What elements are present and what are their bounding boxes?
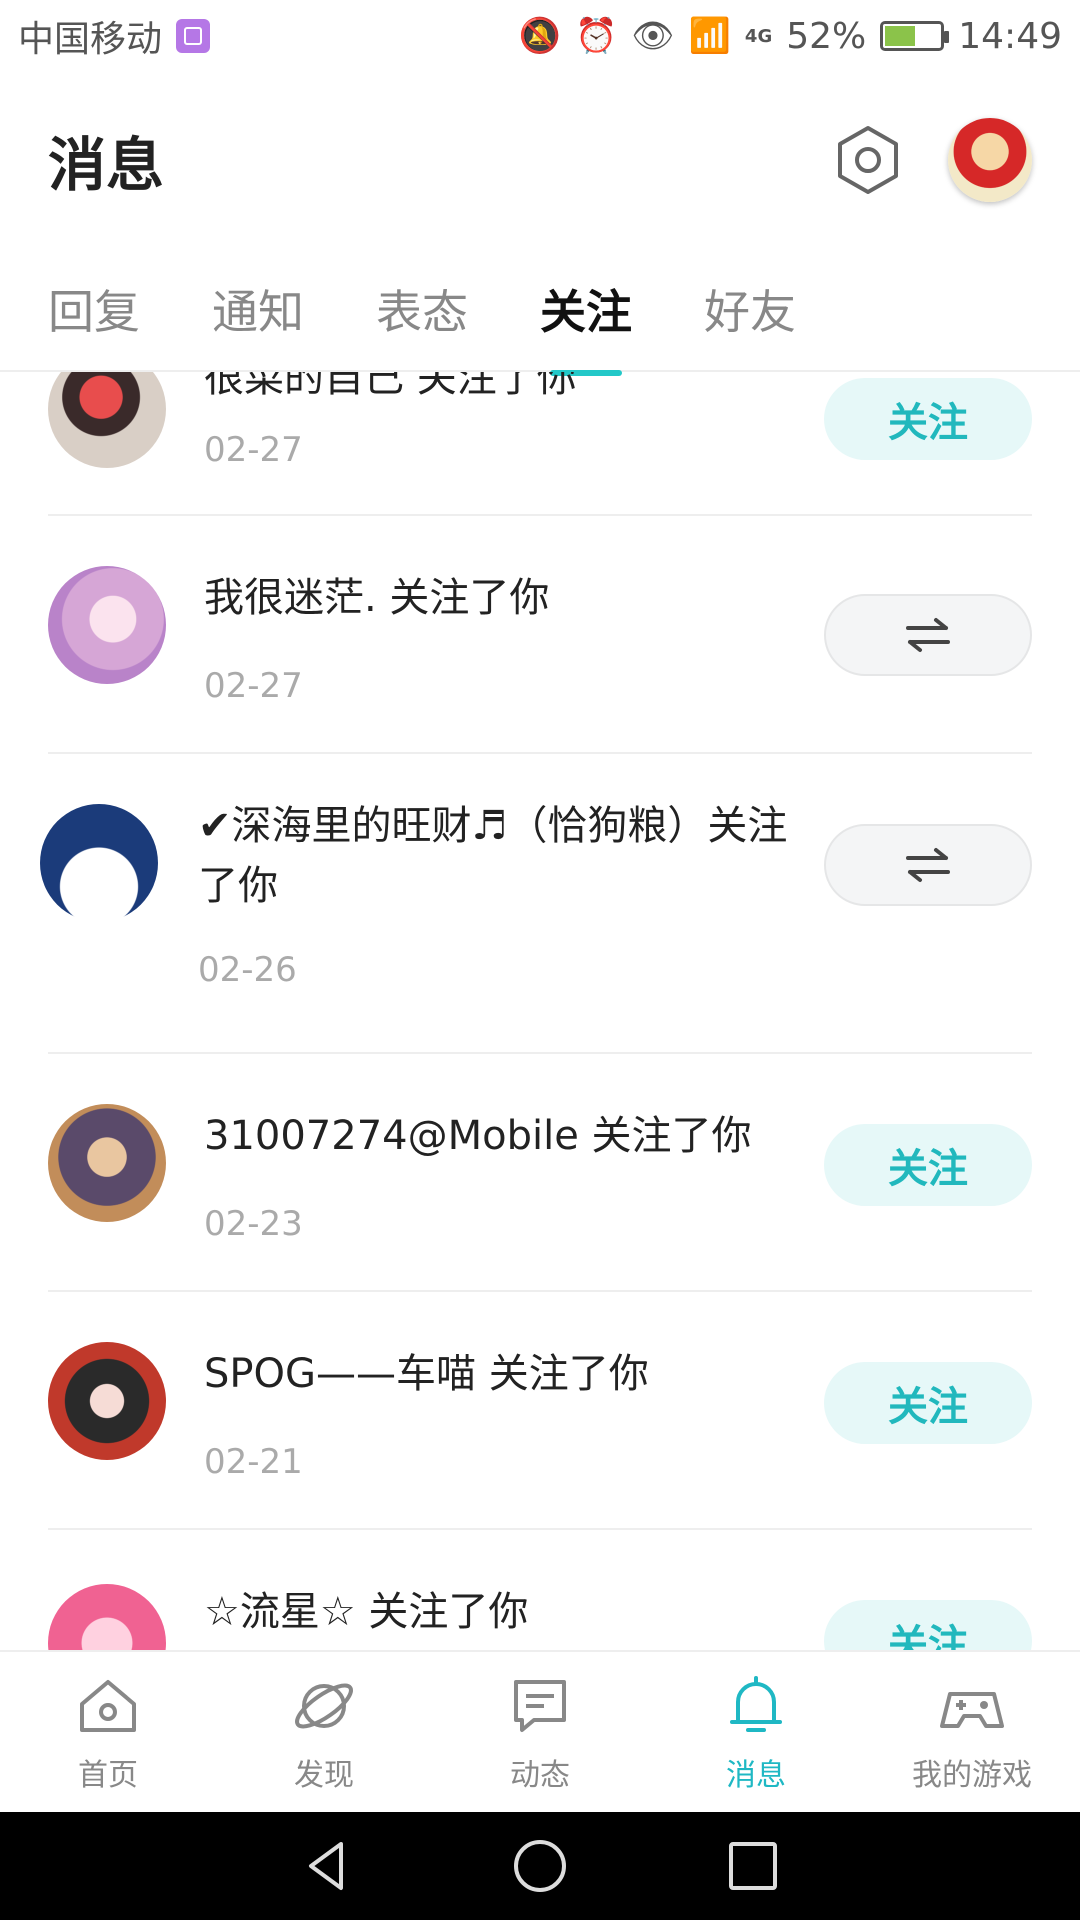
follow-date: 02-27 xyxy=(204,430,303,470)
tab-follows[interactable]: 关注 xyxy=(540,276,632,376)
follow-date: 02-21 xyxy=(204,1442,303,1482)
battery-percent: 52% xyxy=(786,15,867,57)
avatar[interactable] xyxy=(48,566,166,684)
follow-message: SPOG——车喵 关注了你 xyxy=(204,1351,649,1397)
alarm-icon: ⏰ xyxy=(575,16,618,56)
mutual-arrows-icon xyxy=(906,848,950,882)
feed-icon xyxy=(514,1680,566,1732)
bottom-navigation: 首页 发现 动态 消息 我的游戏 xyxy=(0,1650,1080,1812)
nav-discover[interactable]: 发现 xyxy=(216,1652,432,1812)
follow-date: 02-26 xyxy=(198,950,297,990)
bell-icon xyxy=(730,1676,782,1732)
nav-feed-label: 动态 xyxy=(510,1758,570,1793)
avatar[interactable] xyxy=(48,1584,166,1650)
battery-icon xyxy=(880,21,950,51)
system-navigation-bar xyxy=(0,1812,1080,1920)
nav-home-label: 首页 xyxy=(78,1758,138,1793)
gallery-notification-icon xyxy=(176,19,211,53)
nav-discover-label: 发现 xyxy=(294,1758,354,1793)
eye-icon: 👁 xyxy=(631,16,675,56)
list-item[interactable]: ☆流星☆ 关注了你 关注 xyxy=(48,1530,1032,1650)
wifi-icon: 📶 xyxy=(688,16,731,56)
settings-hexagon-icon xyxy=(838,126,898,194)
mute-icon: 🔕 xyxy=(518,16,562,56)
follow-message: 很菜的自己 关注了你 xyxy=(204,372,577,401)
home-circle-icon[interactable] xyxy=(510,1836,570,1896)
nav-my-games[interactable]: 我的游戏 xyxy=(864,1652,1080,1812)
mutual-follow-button[interactable] xyxy=(824,594,1032,676)
status-bar: 中国移动 🔕 ⏰ 👁 📶 4G 52% 14:49 xyxy=(0,0,1080,72)
page-header: 消息 xyxy=(0,72,1080,248)
avatar[interactable] xyxy=(48,1342,166,1460)
settings-button[interactable] xyxy=(828,120,908,200)
tab-reactions[interactable]: 表态 xyxy=(376,276,468,342)
avatar[interactable] xyxy=(40,804,158,922)
recents-icon[interactable] xyxy=(723,1836,783,1896)
nav-feed[interactable]: 动态 xyxy=(432,1652,648,1812)
list-item[interactable]: SPOG——车喵 关注了你 02-21 关注 xyxy=(48,1292,1032,1530)
tab-notifications[interactable]: 通知 xyxy=(212,276,304,342)
nav-messages[interactable]: 消息 xyxy=(648,1652,864,1812)
page-title: 消息 xyxy=(48,131,165,199)
follow-message: 31007274@Mobile 关注了你 xyxy=(204,1113,752,1159)
back-icon[interactable] xyxy=(297,1836,357,1896)
follow-message: 我很迷茫. 关注了你 xyxy=(204,575,550,621)
my-avatar[interactable] xyxy=(948,118,1032,202)
network-type-label: 4G xyxy=(744,25,773,47)
clock: 14:49 xyxy=(958,15,1062,57)
tab-replies[interactable]: 回复 xyxy=(48,276,140,342)
list-item[interactable]: 很菜的自己 关注了你 02-27 关注 xyxy=(48,372,1032,516)
tab-friends[interactable]: 好友 xyxy=(704,276,796,342)
follow-message: ✔深海里的旺财♬（恰狗粮）关注了你 xyxy=(198,803,788,909)
list-item[interactable]: ✔深海里的旺财♬（恰狗粮）关注了你 02-26 xyxy=(40,754,1032,1054)
gamepad-icon xyxy=(940,1692,1004,1728)
avatar[interactable] xyxy=(48,1104,166,1222)
follow-message: ☆流星☆ 关注了你 xyxy=(204,1589,529,1635)
message-tabs: 回复 通知 表态 关注 好友 xyxy=(0,248,1080,376)
home-icon xyxy=(80,1680,136,1732)
mutual-arrows-icon xyxy=(906,618,950,652)
planet-icon xyxy=(295,1683,353,1729)
follow-date: 02-23 xyxy=(204,1204,303,1244)
carrier-label: 中国移动 xyxy=(18,19,163,60)
follow-back-button[interactable]: 关注 xyxy=(824,1124,1032,1206)
follow-back-button[interactable]: 关注 xyxy=(824,1362,1032,1444)
list-item[interactable]: 31007274@Mobile 关注了你 02-23 关注 xyxy=(48,1054,1032,1292)
mutual-follow-button[interactable] xyxy=(824,824,1032,906)
nav-my-games-label: 我的游戏 xyxy=(912,1758,1032,1793)
avatar[interactable] xyxy=(48,372,166,468)
list-item[interactable]: 我很迷茫. 关注了你 02-27 xyxy=(48,516,1032,754)
follow-back-button[interactable]: 关注 xyxy=(824,1600,1032,1650)
follow-date: 02-27 xyxy=(204,666,303,706)
nav-messages-label: 消息 xyxy=(726,1758,786,1793)
follow-list: 很菜的自己 关注了你 02-27 关注 我很迷茫. 关注了你 02-27 ✔深海… xyxy=(0,372,1080,1650)
follow-back-button[interactable]: 关注 xyxy=(824,378,1032,460)
nav-home[interactable]: 首页 xyxy=(0,1652,216,1812)
